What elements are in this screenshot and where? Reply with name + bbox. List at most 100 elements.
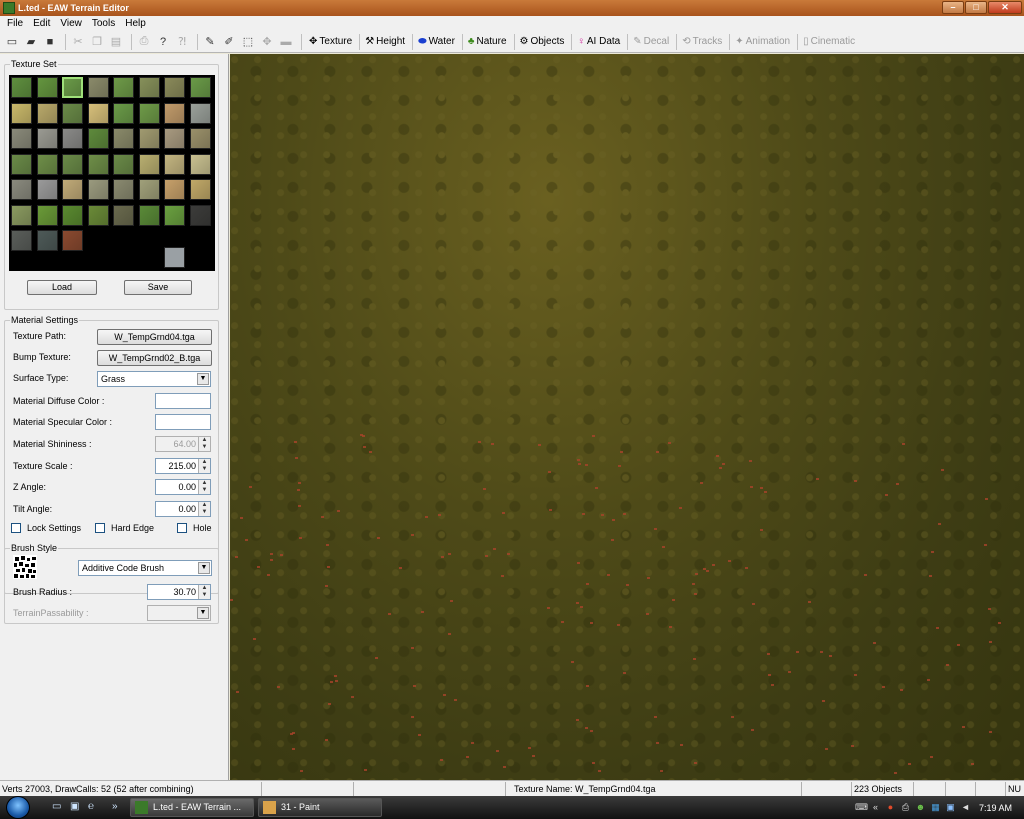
texture-swatch[interactable] [113, 153, 134, 175]
texture-swatch[interactable] [138, 204, 160, 226]
tab-water[interactable]: ⬬ Water [415, 36, 458, 47]
texture-swatch[interactable] [113, 204, 134, 226]
minimize-button[interactable]: – [942, 1, 964, 14]
texture-swatch[interactable] [189, 179, 211, 200]
texture-swatch[interactable] [164, 153, 185, 175]
texture-swatch[interactable] [87, 77, 109, 98]
texture-swatch[interactable] [62, 179, 83, 200]
texture-swatch[interactable] [62, 77, 83, 98]
texture-swatch[interactable] [189, 153, 211, 175]
texture-swatch[interactable] [164, 77, 185, 98]
brush-radius-input[interactable]: 30.70 ▲ ▼ [147, 584, 211, 600]
texture-swatch[interactable] [36, 102, 58, 124]
update-icon[interactable]: ▦ [930, 802, 941, 813]
menu-help[interactable]: Help [120, 18, 151, 29]
texture-swatch[interactable] [113, 77, 134, 98]
texture-swatch[interactable] [62, 102, 83, 124]
texture-swatch[interactable] [87, 128, 109, 149]
tray-expand-icon[interactable]: « [870, 802, 881, 813]
texture-swatch[interactable] [36, 77, 58, 98]
texture-swatch[interactable] [138, 128, 160, 149]
texture-swatch[interactable] [87, 102, 109, 124]
new-icon[interactable]: ▭ [4, 34, 20, 50]
hard-edge-checkbox[interactable]: Hard Edge [95, 523, 154, 533]
texture-swatch[interactable] [11, 230, 32, 251]
diffuse-color-swatch[interactable] [155, 393, 211, 409]
texture-swatch[interactable] [113, 102, 134, 124]
tab-ai-data[interactable]: ♀ AI Data [574, 36, 623, 47]
close-button[interactable]: ✕ [988, 1, 1022, 14]
printer-icon[interactable]: ⎙ [900, 802, 911, 813]
security-icon[interactable]: ● [885, 802, 896, 813]
start-button[interactable] [6, 796, 30, 819]
brush-icon[interactable]: ✐ [221, 34, 237, 50]
texture-swatch[interactable] [164, 247, 185, 268]
lock-settings-box[interactable] [11, 523, 21, 533]
taskbar-item-terrain-editor[interactable]: L.ted - EAW Terrain ... [130, 798, 254, 817]
texture-swatch[interactable] [36, 153, 58, 175]
texture-grid[interactable] [9, 75, 215, 271]
brush-style-select[interactable]: Additive Code Brush ▼ [78, 560, 212, 576]
texture-swatch[interactable] [113, 179, 134, 200]
specular-color-swatch[interactable] [155, 414, 211, 430]
texture-swatch[interactable] [189, 204, 211, 226]
texture-swatch[interactable] [164, 102, 185, 124]
menu-edit[interactable]: Edit [28, 18, 55, 29]
texture-swatch[interactable] [87, 204, 109, 226]
tab-texture[interactable]: ✥ Texture [306, 36, 355, 47]
menu-view[interactable]: View [55, 18, 87, 29]
lock-settings-checkbox[interactable]: Lock Settings [11, 523, 81, 533]
tab-nature[interactable]: ♣ Nature [465, 36, 510, 47]
texture-swatch[interactable] [11, 102, 32, 124]
hole-checkbox[interactable]: Hole [177, 523, 212, 533]
help-icon[interactable]: ? [155, 34, 171, 50]
texture-swatch[interactable] [189, 77, 211, 98]
tilt-angle-input[interactable]: 0.00 ▲ ▼ [155, 501, 211, 517]
z-angle-input[interactable]: 0.00 ▲ ▼ [155, 479, 211, 495]
maximize-button[interactable]: □ [965, 1, 987, 14]
texture-swatch[interactable] [164, 179, 185, 200]
texture-swatch[interactable] [62, 204, 83, 226]
texture-swatch[interactable] [164, 204, 185, 226]
texture-swatch[interactable] [11, 128, 32, 149]
internet-explorer-icon[interactable]: ℮ [88, 801, 101, 814]
texture-swatch[interactable] [62, 230, 83, 251]
texture-swatch[interactable] [87, 179, 109, 200]
quick-launch-more-icon[interactable]: » [112, 801, 125, 814]
save-button[interactable]: Save [124, 280, 192, 295]
texture-swatch[interactable] [62, 153, 83, 175]
texture-swatch[interactable] [189, 102, 211, 124]
texture-swatch[interactable] [11, 179, 32, 200]
menu-tools[interactable]: Tools [87, 18, 120, 29]
menu-file[interactable]: File [2, 18, 28, 29]
taskbar-item-paint[interactable]: 31 - Paint [258, 798, 382, 817]
network-icon[interactable]: ▣ [945, 802, 956, 813]
texture-swatch[interactable] [138, 179, 160, 200]
z-angle-spinner[interactable]: ▲ ▼ [198, 480, 210, 494]
texture-swatch[interactable] [138, 153, 160, 175]
hard-edge-box[interactable] [95, 523, 105, 533]
tilt-angle-spinner[interactable]: ▲ ▼ [198, 502, 210, 516]
texture-swatch[interactable] [36, 179, 58, 200]
save-icon[interactable]: ■ [42, 34, 58, 50]
keyboard-icon[interactable]: ⌨ [855, 802, 868, 813]
texture-swatch[interactable] [11, 77, 32, 98]
open-icon[interactable]: ▰ [23, 34, 39, 50]
texture-swatch[interactable] [113, 128, 134, 149]
texture-swatch[interactable] [11, 153, 32, 175]
bump-texture-button[interactable]: W_TempGrnd02_B.tga [97, 350, 212, 366]
hole-box[interactable] [177, 523, 187, 533]
pencil-icon[interactable]: ✎ [202, 34, 218, 50]
volume-icon[interactable]: ◄ [960, 802, 971, 813]
texture-swatch[interactable] [11, 204, 32, 226]
texture-swatch[interactable] [164, 128, 185, 149]
texture-scale-input[interactable]: 215.00 ▲ ▼ [155, 458, 211, 474]
tab-objects[interactable]: ⚙ Objects [517, 36, 568, 47]
show-desktop-icon[interactable]: ▭ [52, 801, 65, 814]
terrain-viewport[interactable] [230, 54, 1024, 780]
texture-swatch[interactable] [62, 128, 83, 149]
texture-swatch[interactable] [138, 102, 160, 124]
texture-swatch[interactable] [36, 128, 58, 149]
texture-swatch[interactable] [36, 204, 58, 226]
texture-swatch[interactable] [36, 230, 58, 251]
